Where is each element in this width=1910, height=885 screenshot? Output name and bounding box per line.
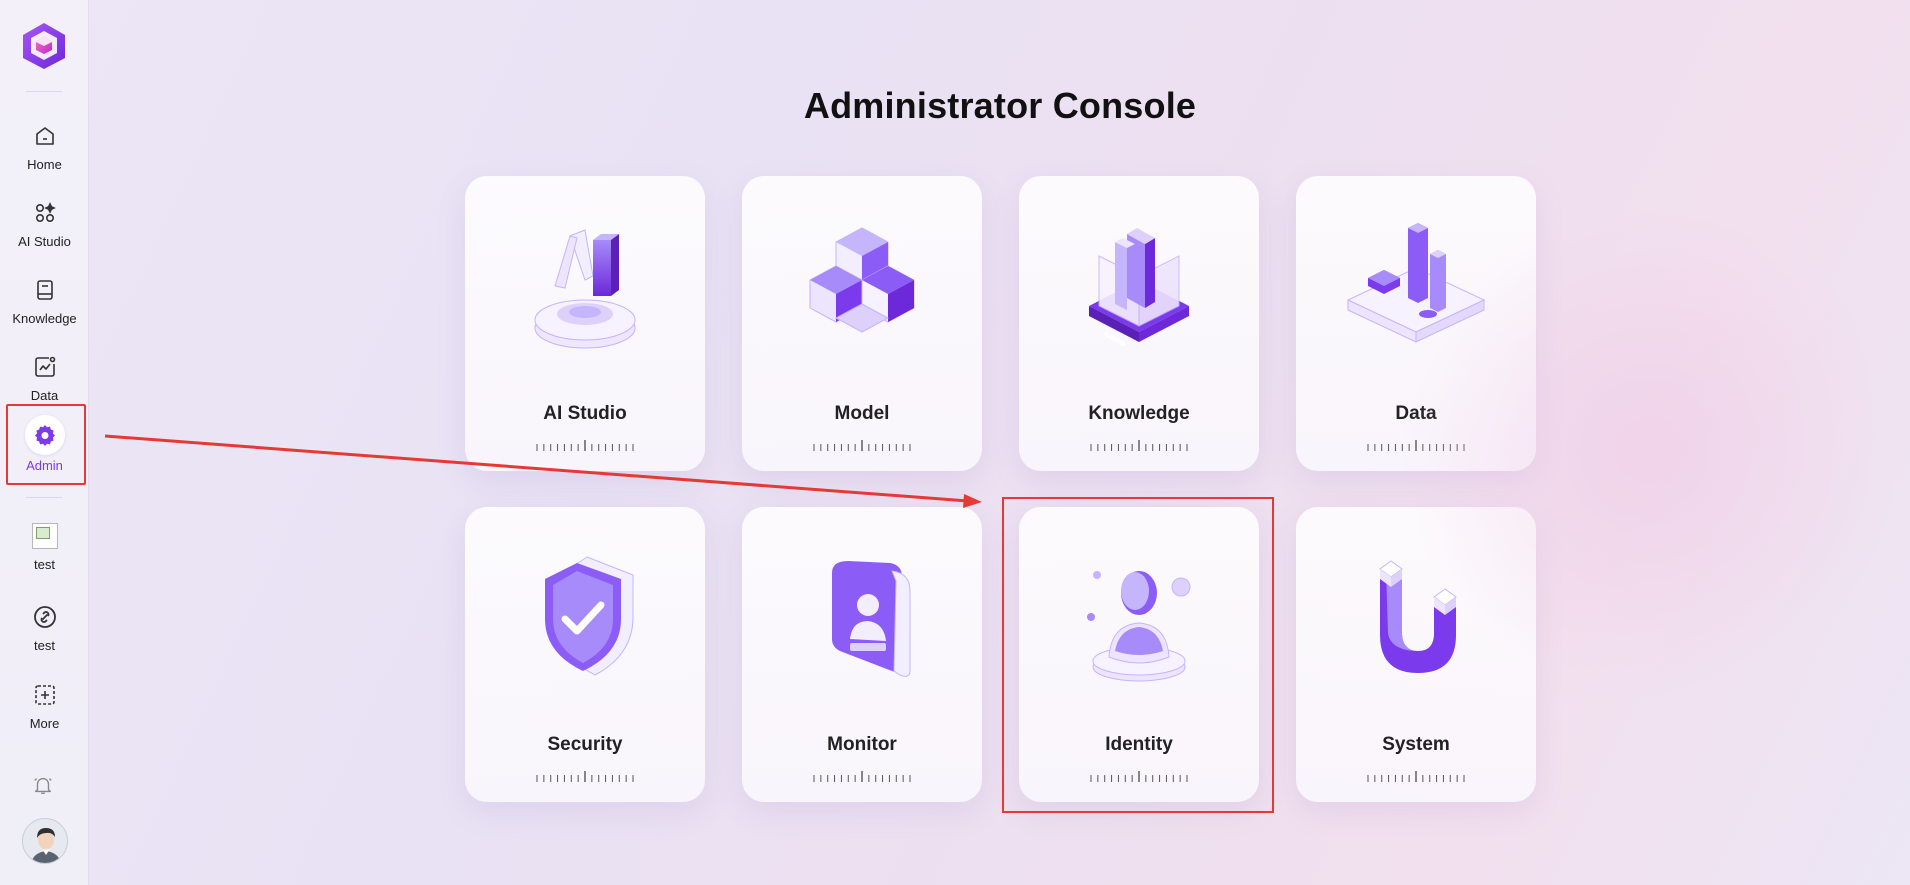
monitor-badge-3d-icon: [792, 547, 932, 687]
card-label: AI Studio: [543, 403, 627, 424]
broken-image-icon: [31, 522, 59, 550]
sidebar-item-more[interactable]: More: [0, 675, 89, 745]
sidebar-item-data[interactable]: Data: [0, 347, 89, 417]
card-label: Security: [547, 734, 623, 755]
sidebar-item-label: Home: [27, 157, 62, 172]
sidebar-item-label: test: [34, 638, 55, 653]
sidebar-item-label: test: [34, 557, 55, 572]
sidebar-item-knowledge[interactable]: Knowledge: [0, 270, 89, 340]
chart-icon: [31, 353, 59, 381]
ruler-decoration: [1090, 771, 1188, 782]
sidebar-item-label: Knowledge: [12, 311, 77, 326]
sidebar: Home AI Studio Knowledge Data Admin test: [0, 0, 89, 885]
page-title: Administrator Console: [803, 85, 1197, 126]
sidebar-item-label: AI Studio: [18, 234, 71, 249]
ruler-decoration: [536, 440, 634, 451]
card-label: System: [1382, 734, 1450, 755]
cubes-3d-icon: [792, 216, 932, 356]
card-knowledge[interactable]: Knowledge: [1019, 176, 1259, 471]
card-ai-studio[interactable]: AI Studio: [465, 176, 705, 471]
apps-sparkle-icon: [31, 199, 59, 227]
sidebar-item-test-1[interactable]: test: [0, 516, 89, 586]
magnet-3d-icon: [1346, 547, 1486, 687]
sidebar-item-label: Admin: [26, 458, 63, 473]
card-label: Monitor: [827, 734, 897, 755]
book-icon: [31, 276, 59, 304]
card-label: Knowledge: [1088, 403, 1190, 424]
ruler-decoration: [1367, 440, 1465, 451]
home-icon: [31, 122, 59, 150]
card-label: Identity: [1105, 734, 1173, 755]
ruler-decoration: [1090, 440, 1188, 451]
card-security[interactable]: Security: [465, 507, 705, 802]
ai-studio-3d-icon: [515, 216, 655, 356]
books-3d-icon: [1069, 216, 1209, 356]
ruler-decoration: [813, 771, 911, 782]
sidebar-item-ai-studio[interactable]: AI Studio: [0, 193, 89, 263]
avatar[interactable]: [22, 818, 68, 864]
card-data[interactable]: Data: [1296, 176, 1536, 471]
ruler-decoration: [1367, 771, 1465, 782]
link-circle-icon: [31, 603, 59, 631]
card-monitor[interactable]: Monitor: [742, 507, 982, 802]
data-bars-3d-icon: [1346, 216, 1486, 356]
person-3d-icon: [1069, 547, 1209, 687]
card-identity[interactable]: Identity: [1019, 507, 1259, 802]
ruler-decoration: [813, 440, 911, 451]
card-label: Model: [834, 403, 890, 424]
sidebar-divider: [26, 497, 62, 498]
sidebar-item-label: More: [29, 716, 60, 731]
app-logo-icon[interactable]: [20, 21, 68, 71]
add-square-icon: [31, 681, 59, 709]
sidebar-divider: [26, 91, 62, 92]
card-label: Data: [1395, 403, 1437, 424]
shield-3d-icon: [515, 547, 655, 687]
card-model[interactable]: Model: [742, 176, 982, 471]
gear-icon: [24, 415, 65, 455]
sidebar-item-admin[interactable]: Admin: [0, 415, 89, 485]
ruler-decoration: [536, 771, 634, 782]
sidebar-item-home[interactable]: Home: [0, 116, 89, 186]
card-system[interactable]: System: [1296, 507, 1536, 802]
bell-icon[interactable]: [32, 774, 56, 798]
sidebar-item-label: Data: [30, 388, 59, 403]
sidebar-item-test-2[interactable]: test: [0, 597, 89, 667]
